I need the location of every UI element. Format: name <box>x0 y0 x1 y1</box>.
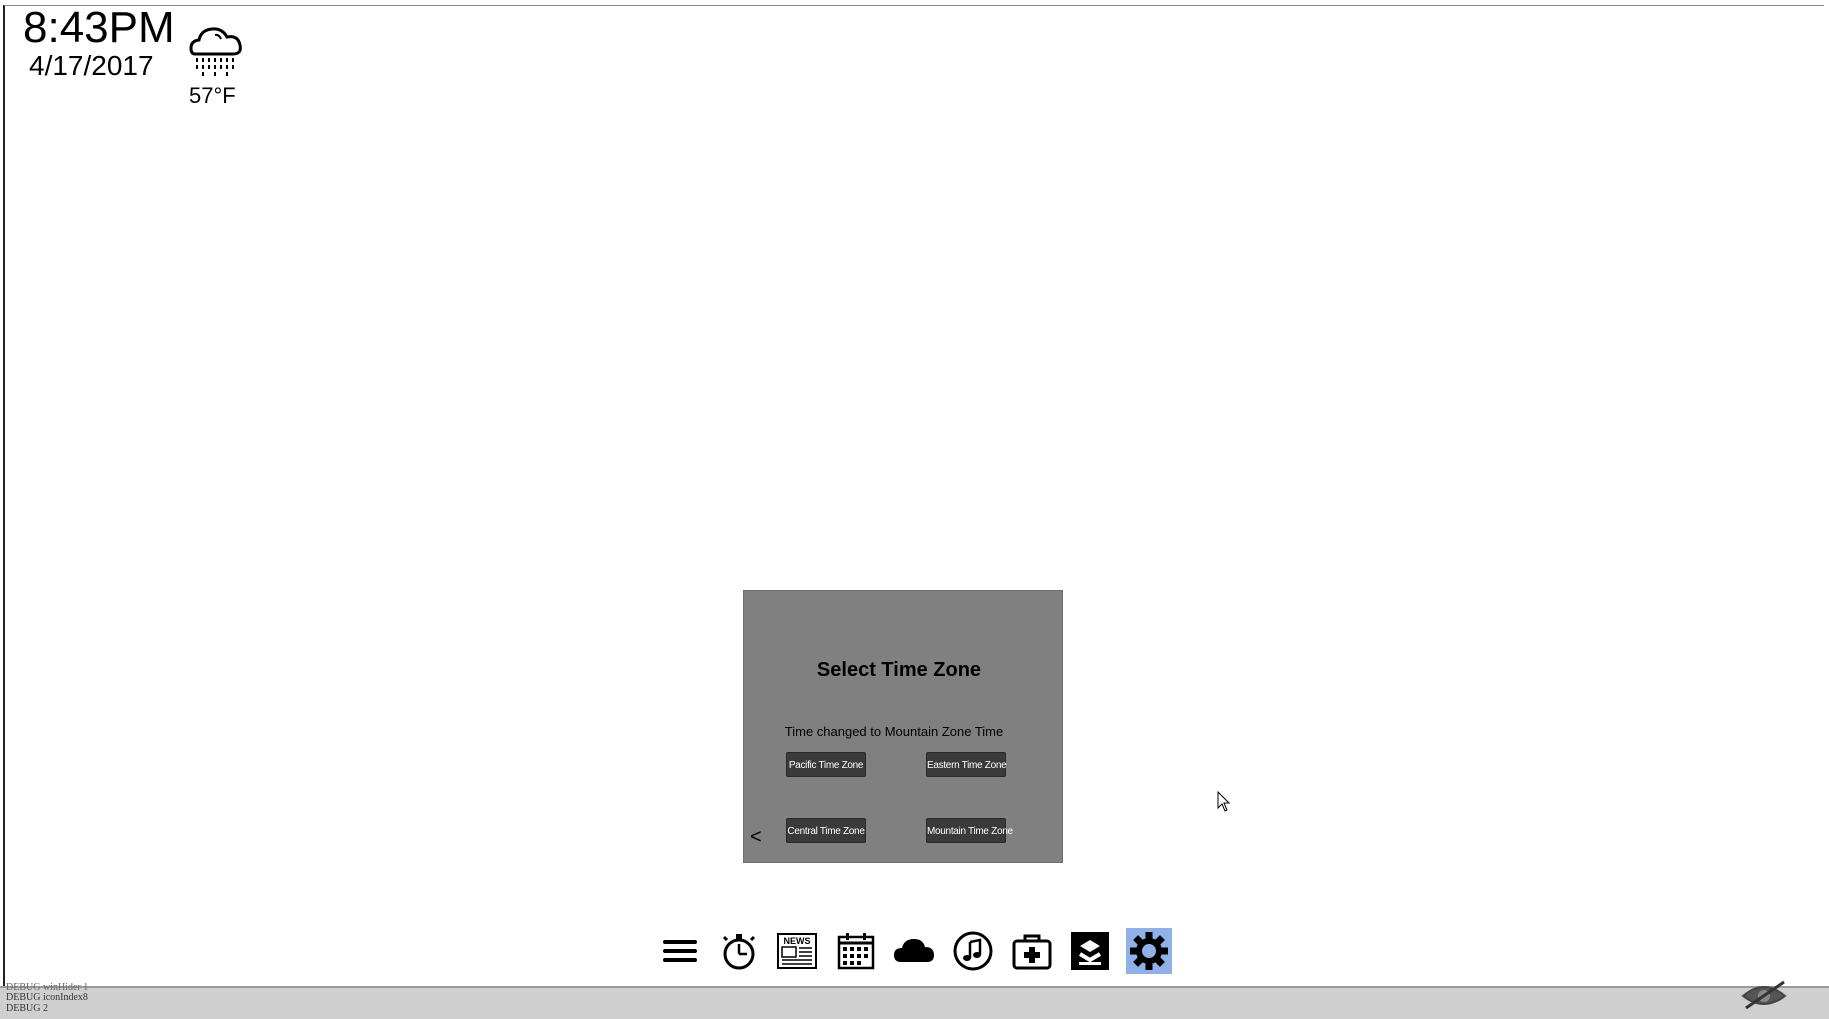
cloud-icon <box>894 939 935 962</box>
app-logo-icon <box>1071 932 1110 970</box>
eastern-time-zone-button[interactable]: Eastern Time Zone <box>926 752 1007 777</box>
dock-settings-button[interactable] <box>1125 928 1172 974</box>
dialog-title: Select Time Zone <box>816 659 982 681</box>
mountain-time-zone-button[interactable]: Mountain Time Zone <box>926 818 1013 843</box>
news-icon-label: NEWS <box>784 936 811 946</box>
screen: 8:43PM 4/17/2017 57°F Select Time Zone T… <box>0 0 1829 1019</box>
weather-temperature: 57°F <box>189 83 236 108</box>
back-button[interactable]: < <box>750 827 766 847</box>
time-zone-dialog: Select Time Zone Time changed to Mountai… <box>743 590 1063 863</box>
debug-line: DEBUG 2 <box>6 1003 48 1014</box>
menu-icon <box>663 940 697 962</box>
central-time-zone-button[interactable]: Central Time Zone <box>786 818 866 843</box>
rain-cloud-icon <box>185 20 247 82</box>
clock-time: 8:43PM <box>23 3 175 52</box>
gear-icon <box>1129 932 1168 970</box>
window-edge <box>1824 0 1829 1019</box>
dock-news-button[interactable]: NEWS <box>774 928 820 974</box>
dock-app-button[interactable] <box>1067 928 1113 974</box>
debug-line: DEBUG iconIndex8 <box>6 992 88 1003</box>
hidden-eye-icon[interactable] <box>1740 972 1788 1012</box>
dock-music-button[interactable] <box>950 928 996 974</box>
time-zone-status-message: Time changed to Mountain Zone Time <box>784 724 1004 739</box>
dock-calendar-button[interactable] <box>833 928 879 974</box>
news-icon: NEWS <box>777 933 818 969</box>
calendar-icon <box>837 933 875 970</box>
first-aid-icon <box>1012 934 1052 970</box>
pacific-time-zone-button[interactable]: Pacific Time Zone <box>786 752 866 777</box>
app-dock: NEWS <box>657 928 1172 974</box>
stopwatch-icon <box>722 934 755 970</box>
music-icon <box>953 931 993 971</box>
dock-stopwatch-button[interactable] <box>716 928 762 974</box>
smart-mirror-window: 8:43PM 4/17/2017 57°F Select Time Zone T… <box>3 3 1824 986</box>
clock-date: 4/17/2017 <box>29 50 154 81</box>
mouse-cursor-icon <box>1217 791 1231 812</box>
dock-health-button[interactable] <box>1009 928 1055 974</box>
dock-weather-button[interactable] <box>891 928 937 974</box>
debug-status-bar: DEBUG winHider 1 DEBUG iconIndex8 DEBUG … <box>0 980 1829 1019</box>
dock-menu-button[interactable] <box>657 928 703 974</box>
